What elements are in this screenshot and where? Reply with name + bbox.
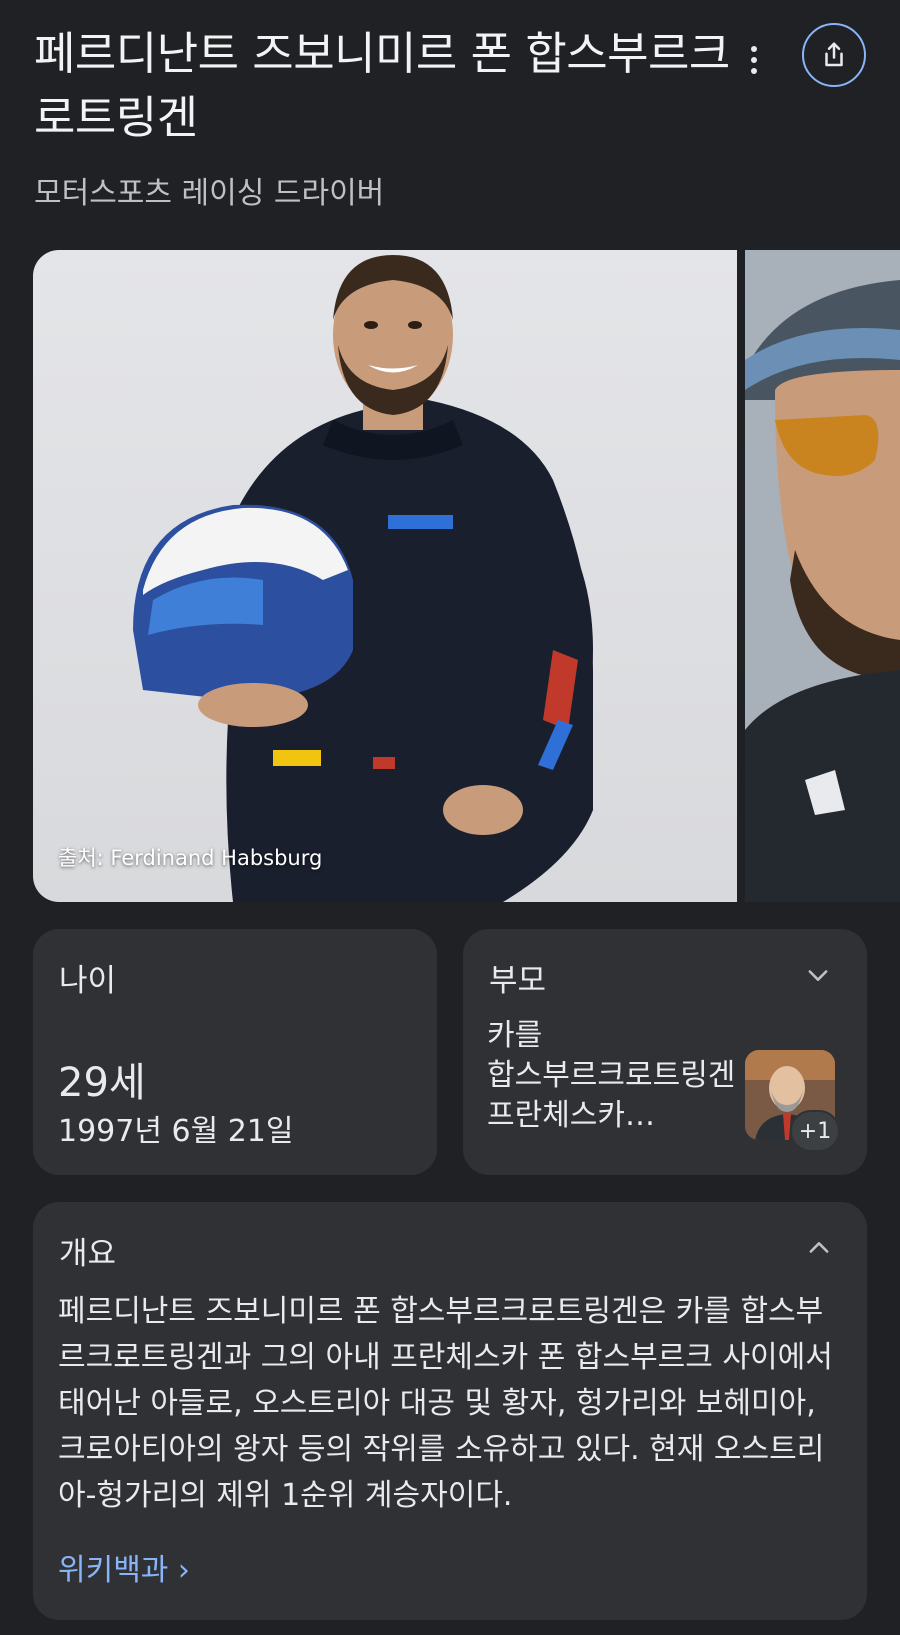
parents-label: 부모 [489,963,547,999]
age-label: 나이 [59,963,117,999]
more-vert-icon [751,46,757,52]
driver-photo-2-illustration [745,250,900,902]
share-button[interactable] [802,23,866,87]
image-source-caption[interactable]: 출처: Ferdinand Habsburg [58,842,322,872]
share-icon [825,42,843,67]
driver-photo-illustration [133,255,593,902]
parent-name-line: 합스부르크로트링겐 [487,1058,736,1093]
parent-name-line: 프란체스카… [487,1098,655,1133]
parent-name-line: 카를 [487,1018,543,1053]
overview-label: 개요 [59,1236,117,1272]
parents-names[interactable]: 카를 합스부르크로트링겐 프란체스카… [487,1016,737,1136]
age-value: 29세 [58,1060,146,1106]
more-parents-badge[interactable]: +1 [790,1110,840,1152]
secondary-photo[interactable] [745,250,900,902]
chevron-down-icon[interactable] [798,955,838,995]
more-options-button[interactable] [735,36,773,84]
chevron-up-icon[interactable] [799,1228,839,1268]
entity-subtitle: 모터스포츠 레이싱 드라이버 [34,176,385,211]
wikipedia-link[interactable]: 위키백과 › [58,1545,190,1589]
birth-date: 1997년 6월 21일 [58,1114,294,1149]
overview-description: 페르디난트 즈보니미르 폰 합스부르크로트링겐은 카를 합스부르크로트링겐과 그… [58,1294,833,1513]
main-photo[interactable] [33,250,737,902]
entity-title: 페르디난트 즈보니미르 폰 합스부르크로트링겐 [34,27,730,144]
